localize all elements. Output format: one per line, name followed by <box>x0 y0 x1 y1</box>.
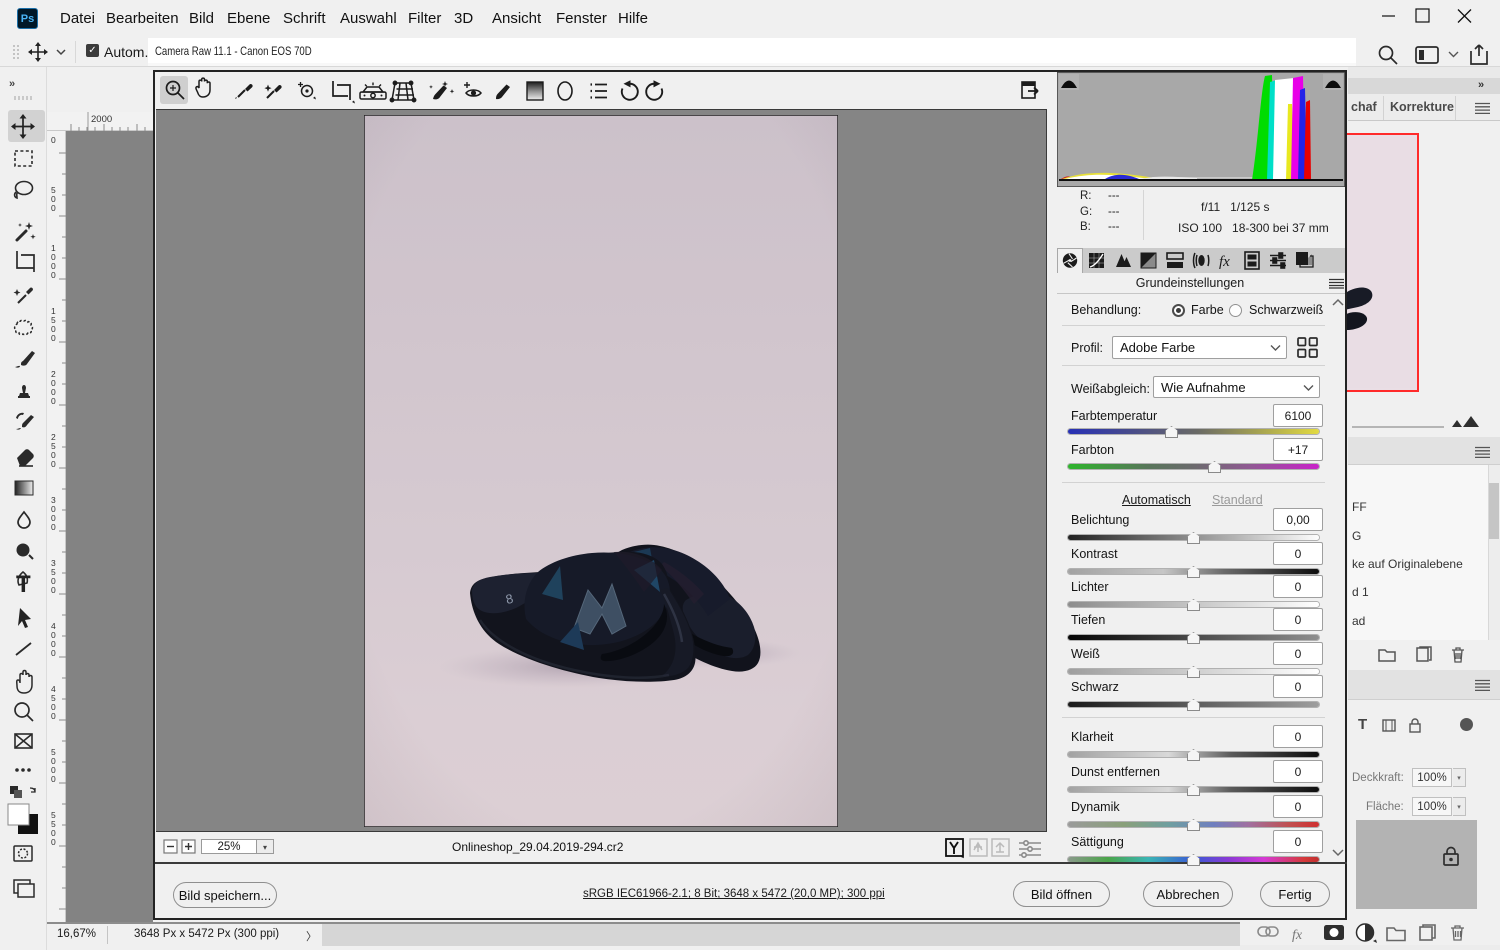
svg-text:0: 0 <box>51 333 56 343</box>
svg-text:0: 0 <box>51 396 56 406</box>
svg-text:0: 0 <box>51 135 56 145</box>
svg-text:0: 0 <box>51 203 56 213</box>
svg-text:0: 0 <box>51 585 56 595</box>
svg-text:fx: fx <box>1219 254 1230 270</box>
svg-text:fx: fx <box>1292 928 1303 943</box>
svg-text:0: 0 <box>51 522 56 532</box>
svg-text:2000: 2000 <box>91 114 112 125</box>
svg-text:0: 0 <box>51 774 56 784</box>
svg-text:0: 0 <box>51 648 56 658</box>
svg-text:0: 0 <box>51 711 56 721</box>
svg-text:0: 0 <box>51 270 56 280</box>
svg-text:0: 0 <box>51 837 56 847</box>
svg-text:0: 0 <box>51 459 56 469</box>
